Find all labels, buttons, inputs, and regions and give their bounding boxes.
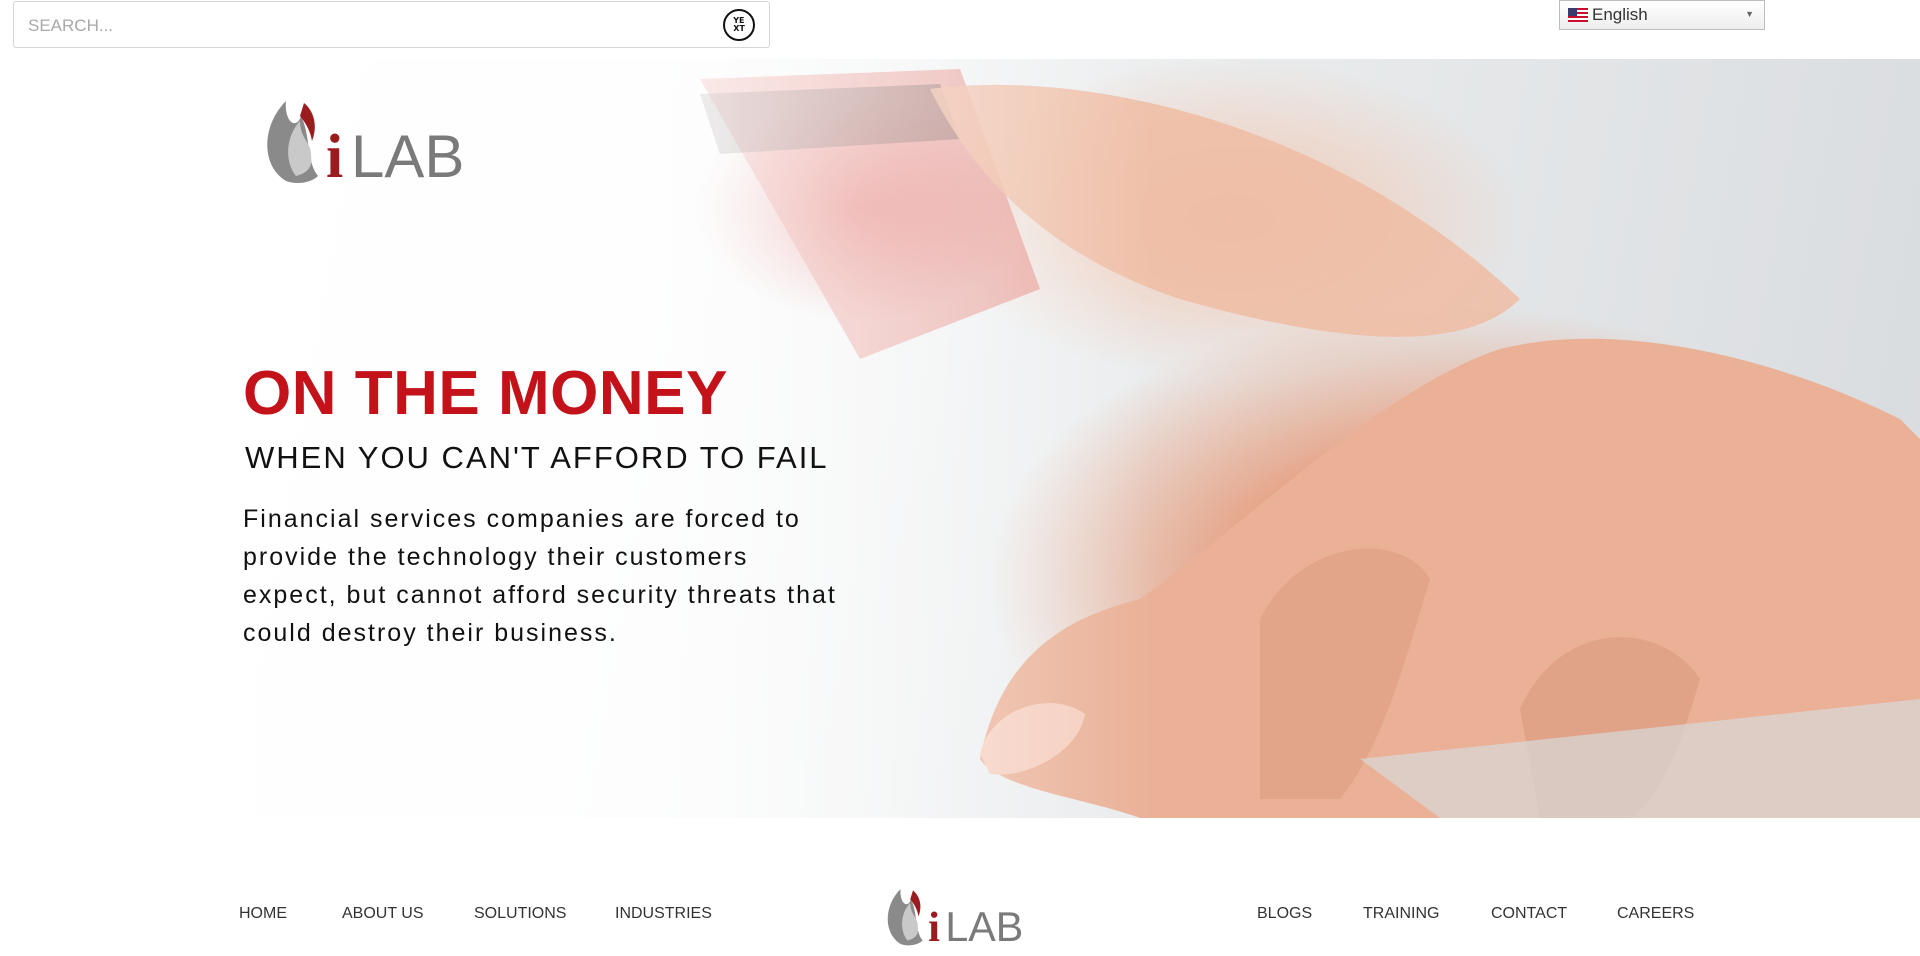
hero-description: Financial services companies are forced … [243, 505, 837, 647]
search-bar: YEXT [13, 1, 770, 49]
nav-about-us[interactable]: ABOUT US [342, 905, 424, 923]
nav-training[interactable]: TRAINING [1363, 905, 1439, 923]
hero-subtitle: WHEN YOU CAN'T AFFORD TO FAIL [245, 440, 829, 475]
ilab-logo[interactable]: i LAB [256, 81, 496, 196]
nav-blogs[interactable]: BLOGS [1257, 905, 1312, 923]
nav-industries[interactable]: INDUSTRIES [615, 905, 712, 923]
language-label: English [1592, 5, 1648, 24]
nav-ilab-logo[interactable]: i LAB [880, 875, 1045, 956]
hero-title: ON THE MONEY [243, 359, 728, 428]
svg-text:LAB: LAB [351, 123, 464, 190]
flame-logo-icon: i LAB [267, 101, 464, 191]
nav-solutions[interactable]: SOLUTIONS [474, 905, 566, 923]
nav-home[interactable]: HOME [239, 905, 287, 923]
main-navigation: HOME ABOUT US SOLUTIONS INDUSTRIES i LAB… [0, 818, 1920, 951]
hero-banner: i LAB ON THE MONEY WHEN YOU CAN'T AFFORD… [0, 59, 1920, 818]
flame-logo-icon: i LAB [887, 888, 1023, 951]
yext-icon[interactable]: YE XT [723, 9, 755, 41]
nav-careers[interactable]: CAREERS [1617, 905, 1694, 923]
chevron-down-icon: ▼ [1745, 9, 1754, 19]
search-input[interactable] [26, 2, 720, 49]
svg-text:i: i [326, 123, 343, 191]
us-flag-icon [1568, 8, 1588, 22]
svg-text:LAB: LAB [945, 904, 1023, 950]
svg-text:i: i [928, 904, 940, 951]
nav-contact[interactable]: CONTACT [1491, 905, 1567, 923]
language-select[interactable]: English ▼ [1559, 0, 1765, 30]
